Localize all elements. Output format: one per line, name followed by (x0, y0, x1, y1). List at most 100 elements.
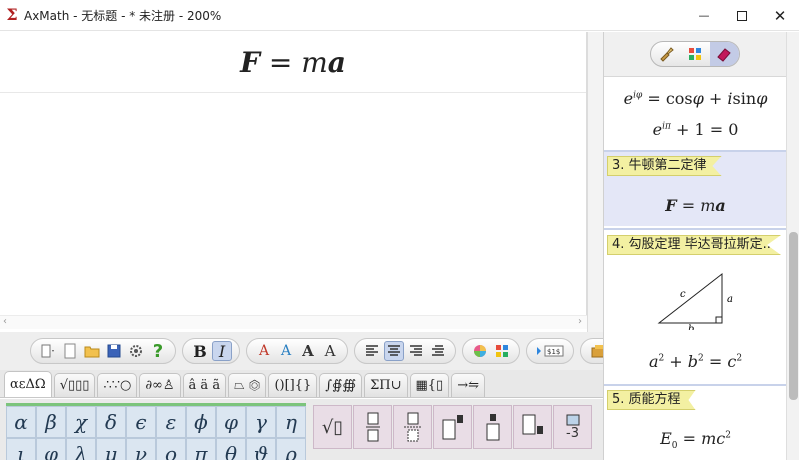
title-bar: Σ AxMath - 无标题 - * 未注册 - 200% — ✕ (0, 0, 799, 31)
horizontal-scrollbar[interactable]: ‹ › (0, 315, 587, 329)
app-window: Σ AxMath - 无标题 - * 未注册 - 200% — ✕ F = m … (0, 0, 799, 460)
align-left-button[interactable] (362, 341, 382, 361)
template-superscript[interactable] (433, 405, 472, 449)
format-toolbar: ? B I A A A A $1$ (0, 332, 628, 370)
tab-accents[interactable]: â ä ã (182, 373, 227, 397)
euler-formula[interactable]: eiφ = cosφ + isinφ (604, 89, 787, 108)
new-menu-button[interactable] (38, 341, 58, 361)
symbol-iota[interactable]: ι (6, 438, 36, 460)
formula-F: F (240, 45, 260, 79)
symbol-lambda[interactable]: λ (66, 438, 96, 460)
close-icon: ✕ (773, 6, 787, 25)
scrollbar-thumb[interactable] (789, 232, 798, 400)
font-style-3-button[interactable]: A (298, 341, 318, 361)
panel-vertical-scrollbar[interactable] (786, 32, 799, 460)
symbol-beta[interactable]: β (36, 406, 66, 438)
energy-formula[interactable]: E0 = mc2 (604, 429, 787, 451)
tab-arrows[interactable]: →⇋ (451, 373, 486, 397)
tab-sums-products[interactable]: ΣΠ∪ (364, 373, 408, 397)
settings-button[interactable] (126, 341, 146, 361)
greek-symbol-grid: α β χ δ ϵ ε ϕ φ γ η ι φ λ μ ν ο π θ ϑ ρ (6, 403, 306, 460)
editor-side-gutter (587, 32, 603, 332)
template-fraction[interactable] (353, 405, 392, 449)
insert-toolbar-group: $1$ (526, 338, 574, 364)
new-file-button[interactable] (60, 341, 80, 361)
align-center-icon (388, 345, 400, 356)
symbol-rho[interactable]: ρ (276, 438, 306, 460)
symbol-eta[interactable]: η (276, 406, 306, 438)
symbol-varphi[interactable]: φ (216, 406, 246, 438)
color-grid-icon (688, 48, 701, 60)
template-subscript[interactable] (513, 405, 552, 449)
tab-logic-symbols[interactable]: ∴∵○ (97, 373, 138, 397)
font-style-4-button[interactable]: A (320, 341, 340, 361)
symbol-theta[interactable]: θ (216, 438, 246, 460)
pythagorean-formula[interactable]: a2 + b2 = c2 (604, 352, 787, 371)
color-wheel-icon (474, 345, 486, 357)
entry-title-newton[interactable]: 3. 牛顿第二定律 (607, 156, 722, 176)
help-button[interactable]: ? (148, 341, 168, 362)
tab-over-under[interactable]: ⏢ ⏣ (228, 373, 267, 397)
grid-mode-button[interactable] (680, 42, 709, 66)
template-fraction-dashed[interactable] (393, 405, 432, 449)
insert-number-icon: $1$ (537, 345, 564, 357)
symbol-epsilon[interactable]: ϵ (126, 406, 156, 438)
entry-title-pythagoras[interactable]: 4. 勾股定理 毕达哥拉斯定... (607, 235, 781, 255)
symbol-pi[interactable]: π (186, 438, 216, 460)
panel-header (604, 32, 786, 77)
align-toolbar-group (354, 338, 456, 364)
eraser-mode-button[interactable] (709, 42, 739, 66)
scroll-left-icon[interactable]: ‹ (3, 316, 7, 328)
symbol-alpha[interactable]: α (6, 406, 36, 438)
symbol-varepsilon[interactable]: ε (156, 406, 186, 438)
minimize-button[interactable]: — (685, 0, 723, 31)
subscript-template-icon (522, 414, 543, 435)
symbol-vartheta[interactable]: ϑ (246, 438, 276, 460)
symbol-nu[interactable]: ν (126, 438, 156, 460)
template-number-subscript[interactable]: -3 (553, 405, 592, 449)
font-style-2-button[interactable]: A (276, 341, 296, 361)
gear-icon (130, 345, 142, 357)
symbol-omicron[interactable]: ο (156, 438, 186, 460)
template-over-script[interactable] (473, 405, 512, 449)
italic-button[interactable]: I (212, 341, 232, 361)
color-toolbar-group (462, 338, 520, 364)
save-button[interactable] (104, 341, 124, 361)
tab-integrals[interactable]: ∫∯∰ (319, 373, 363, 397)
symbol-gamma[interactable]: γ (246, 406, 276, 438)
align-center-button[interactable] (384, 341, 404, 361)
euler-identity[interactable]: eiπ + 1 = 0 (604, 120, 787, 139)
font-style-1-button[interactable]: A (254, 341, 274, 361)
template-sqrt[interactable]: √▯ (313, 405, 352, 449)
scroll-right-icon[interactable]: › (578, 316, 582, 328)
svg-text:c: c (680, 289, 686, 300)
symbol-phi-2[interactable]: φ (36, 438, 66, 460)
symbol-phi[interactable]: ϕ (186, 406, 216, 438)
color-wheel-button[interactable] (470, 341, 490, 361)
maximize-button[interactable] (723, 0, 761, 31)
symbol-chi[interactable]: χ (66, 406, 96, 438)
close-button[interactable]: ✕ (761, 0, 799, 31)
tab-greek[interactable]: αεΔΩ (4, 371, 52, 397)
bold-button[interactable]: B (190, 341, 210, 361)
tab-brackets[interactable]: ()[]{} (268, 373, 318, 397)
new-menu-icon (41, 344, 54, 358)
symbol-mu[interactable]: μ (96, 438, 126, 460)
equation-editor[interactable]: F = m a (0, 32, 587, 315)
style-toolbar-group: B I (182, 338, 240, 364)
file-toolbar-group: ? (30, 338, 176, 364)
entry-title-energy[interactable]: 5. 质能方程 (607, 390, 696, 410)
number-template-icon (566, 414, 579, 425)
align-justify-button[interactable] (428, 341, 448, 361)
tab-misc-symbols[interactable]: ∂∞♙ (139, 373, 181, 397)
formula-line[interactable]: F = m a (0, 32, 586, 93)
symbol-delta[interactable]: δ (96, 406, 126, 438)
open-button[interactable] (82, 341, 102, 361)
tab-matrices[interactable]: ▦{▯ (409, 373, 450, 397)
align-right-button[interactable] (406, 341, 426, 361)
palette-grid-button[interactable] (492, 341, 512, 361)
insert-number-button[interactable]: $1$ (534, 341, 566, 361)
tab-roots-matrices[interactable]: √▯▯▯ (53, 373, 96, 397)
brush-mode-button[interactable] (651, 42, 680, 66)
newton-formula[interactable]: F = ma (604, 196, 787, 215)
